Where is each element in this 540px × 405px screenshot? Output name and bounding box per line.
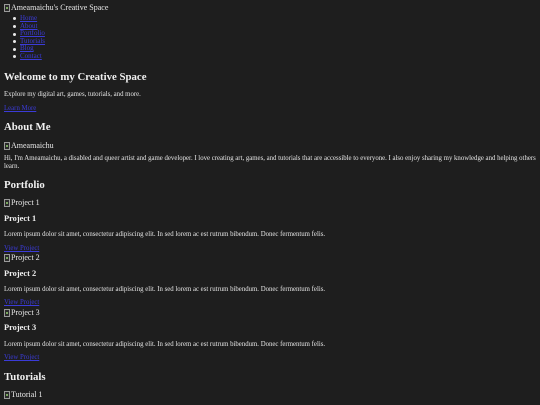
broken-image-icon [4,142,10,150]
site-logo-image[interactable]: Ameamaichu's Creative Space [4,3,108,13]
learn-more-link[interactable]: Learn More [4,105,36,113]
broken-image-icon [4,309,10,317]
about-avatar-image: Ameamaichu [4,141,54,151]
broken-image-icon [4,4,10,12]
about-text: Hi, I'm Ameamaichu, a disabled and queer… [4,155,536,171]
tutorial-image: Tutorial 1 [4,390,43,400]
hero-title: Welcome to my Creative Space [4,71,147,83]
portfolio-title: Portfolio [4,179,45,191]
about-avatar-alt: Ameamaichu [11,141,54,150]
about-title: About Me [4,121,51,133]
project-title: Project 3 [4,323,37,332]
nav-link-contact[interactable]: Contact [20,52,42,60]
project-title: Project 2 [4,269,37,278]
project-image: Project 1 [4,198,40,208]
project-description: Lorem ipsum dolor sit amet, consectetur … [4,231,326,238]
project-image: Project 2 [4,253,40,263]
nav-item-contact: Contact [12,52,45,61]
project-description: Lorem ipsum dolor sit amet, consectetur … [4,341,326,348]
project-image-alt: Project 1 [11,198,40,207]
broken-image-icon [4,199,10,207]
project-title: Project 1 [4,214,37,223]
project-image: Project 3 [4,308,40,318]
tutorial-image-alt: Tutorial 1 [11,390,43,399]
site-logo-alt: Ameamaichu's Creative Space [11,3,109,12]
broken-image-icon [4,254,10,262]
project-description: Lorem ipsum dolor sit amet, consectetur … [4,286,326,293]
broken-image-icon [4,391,10,399]
view-project-link[interactable]: View Project [4,354,39,362]
tutorials-title: Tutorials [4,371,46,383]
project-image-alt: Project 2 [11,253,40,262]
main-nav: Home About Portfolio Tutorials Blog Cont… [12,14,45,61]
hero-text: Explore my digital art, games, tutorials… [4,91,141,98]
view-project-link[interactable]: View Project [4,299,39,307]
project-image-alt: Project 3 [11,308,40,317]
